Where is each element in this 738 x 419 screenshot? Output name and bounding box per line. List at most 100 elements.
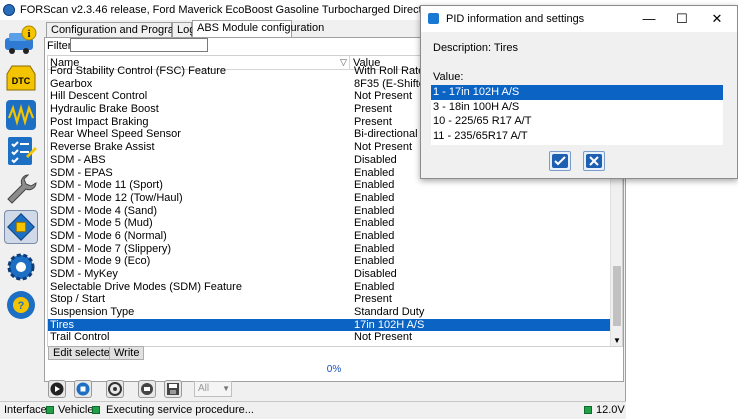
row-name-cell: SDM - Mode 4 (Sand) [50, 204, 157, 217]
progress-bar: 0% [44, 363, 624, 377]
status-message: Executing service procedure... [106, 404, 254, 416]
help-icon: ? [7, 291, 35, 319]
value-options-list[interactable]: 1 - 17in 102H A/S 3 - 18in 100H A/S 10 - 2… [431, 85, 723, 145]
scroll-down-arrow-icon[interactable]: ▼ [613, 337, 621, 345]
table-row[interactable]: SDM - Mode 4 (Sand) Enabled [48, 205, 610, 218]
table-row[interactable]: Suspension Type Standard Duty [48, 306, 610, 319]
table-row[interactable]: SDM - Mode 12 (Tow/Haul) Enabled [48, 192, 610, 205]
settings-gear-icon [7, 253, 35, 281]
row-name-cell: Trail Control [50, 331, 110, 344]
tab-configuration-and-programming[interactable]: Configuration and Programming [46, 22, 207, 38]
cancel-x-icon [586, 154, 602, 168]
table-row[interactable]: SDM - Mode 6 (Normal) Enabled [48, 230, 610, 243]
table-row[interactable]: Selectable Drive Modes (SDM) Feature Enab… [48, 281, 610, 294]
vehicle-info-button[interactable]: i [4, 24, 38, 58]
wrench-icon [7, 174, 37, 204]
stop-button[interactable] [74, 380, 92, 398]
list-item[interactable]: 1 - 17in 102H A/S [431, 85, 723, 100]
row-value-cell: Enabled [354, 229, 395, 242]
play-icon [50, 382, 64, 396]
table-row[interactable]: SDM - Mode 7 (Slippery) Enabled [48, 243, 610, 256]
filter-combobox[interactable]: All ▼ [194, 381, 232, 397]
settings-button[interactable] [4, 250, 38, 284]
tab-abs-module-configuration[interactable]: ABS Module configuration [192, 20, 324, 38]
confirm-button[interactable] [549, 151, 571, 171]
svg-text:i: i [28, 29, 31, 40]
battery-voltage: 12.0V [596, 404, 625, 416]
cancel-button[interactable] [583, 151, 605, 171]
minimize-icon[interactable]: — [633, 6, 665, 32]
row-value-cell: Disabled [354, 268, 397, 280]
row-name-cell: Hydraulic Brake Boost [50, 103, 159, 116]
filter-input[interactable] [70, 38, 208, 52]
table-row[interactable]: Stop / Start Present [48, 293, 610, 306]
row-name-cell: Rear Wheel Speed Sensor [50, 128, 181, 141]
row-name-cell: SDM - Mode 7 (Slippery) [50, 242, 172, 255]
row-value-cell: Enabled [354, 217, 395, 230]
table-row[interactable]: SDM - MyKey Disabled [48, 268, 610, 281]
row-value-cell: Enabled [354, 280, 395, 293]
dialog-value-label: Value: [433, 71, 464, 83]
maximize-icon[interactable]: ☐ [666, 6, 698, 32]
row-name-cell: SDM - Mode 11 (Sport) [50, 179, 163, 192]
connection-button[interactable] [106, 380, 124, 398]
list-item[interactable]: 10 - 225/65 R17 A/T [431, 114, 723, 129]
progress-text: 0% [326, 364, 342, 375]
stop-icon [76, 382, 90, 396]
service-functions-button[interactable] [4, 172, 38, 206]
help-button[interactable]: ? [4, 288, 38, 322]
row-value-cell: Not Present [354, 331, 413, 344]
row-value-cell: Enabled [354, 242, 395, 255]
svg-text:DTC: DTC [12, 76, 31, 86]
table-row[interactable]: Trail Control Not Present [48, 331, 610, 344]
row-value-cell: Enabled [354, 255, 395, 268]
dialog-title: PID information and settings [446, 13, 585, 25]
chevron-down-icon: ▼ [222, 384, 230, 393]
row-value-cell: Present [354, 293, 392, 306]
dialog-app-icon [428, 13, 439, 24]
write-button[interactable]: Write [109, 346, 145, 360]
dtc-icon: DTC [6, 65, 36, 91]
row-name-cell: SDM - Mode 6 (Normal) [50, 229, 167, 242]
table-row[interactable]: SDM - Mode 9 (Eco) Enabled [48, 255, 610, 268]
vehicle-label: Vehicle: [58, 404, 97, 416]
row-name-cell: SDM - EPAS [50, 166, 113, 179]
row-name-cell: Ford Stability Control (FSC) Feature [50, 65, 227, 77]
forscan-app-icon [3, 4, 15, 16]
save-button[interactable] [164, 380, 182, 398]
connection-icon [108, 382, 122, 396]
info-car-icon: i [5, 25, 37, 54]
close-icon[interactable]: ✕ [701, 6, 733, 32]
table-row[interactable]: SDM - Mode 5 (Mud) Enabled [48, 217, 610, 230]
pid-settings-dialog: PID information and settings — ☐ ✕ Descr… [420, 5, 738, 179]
row-name-cell: SDM - Mode 5 (Mud) [50, 217, 153, 230]
voltage-status-led-icon [584, 406, 592, 414]
module-chip-icon [7, 213, 35, 241]
tab-log[interactable]: Log [172, 22, 195, 38]
table-row[interactable]: Tires 17in 102H A/S [48, 318, 610, 332]
svg-text:?: ? [18, 300, 25, 312]
table-row[interactable]: SDM - Mode 11 (Sport) Enabled [48, 179, 610, 192]
configuration-button[interactable] [4, 210, 38, 244]
scrollbar-thumb[interactable] [613, 266, 621, 326]
record-button[interactable] [138, 380, 156, 398]
interface-status-led-icon [46, 406, 54, 414]
combobox-value: All [198, 383, 210, 394]
list-item[interactable]: 3 - 18in 100H A/S [431, 100, 723, 115]
oscilloscope-button[interactable] [4, 98, 38, 132]
dtc-button[interactable]: DTC [4, 62, 38, 96]
status-bar: Interface: Vehicle: Executing service pr… [0, 401, 626, 419]
play-button[interactable] [48, 380, 66, 398]
dialog-title-bar: PID information and settings — ☐ ✕ [421, 6, 737, 32]
row-name-cell: Hill Descent Control [50, 90, 148, 103]
row-name-cell: Selectable Drive Modes (SDM) Feature [50, 280, 242, 293]
row-value-cell: 17in 102H A/S [354, 318, 425, 331]
list-item[interactable]: 11 - 235/65R17 A/T [431, 129, 723, 144]
service-checklist-button[interactable] [4, 134, 38, 168]
row-name-cell: Tires [50, 318, 75, 331]
row-name-cell: Post Impact Braking [50, 115, 149, 128]
left-toolbar: i DTC ? [0, 20, 42, 400]
row-value-cell: Enabled [354, 179, 395, 192]
interface-label: Interface: [4, 404, 50, 416]
oscilloscope-icon [6, 100, 36, 130]
